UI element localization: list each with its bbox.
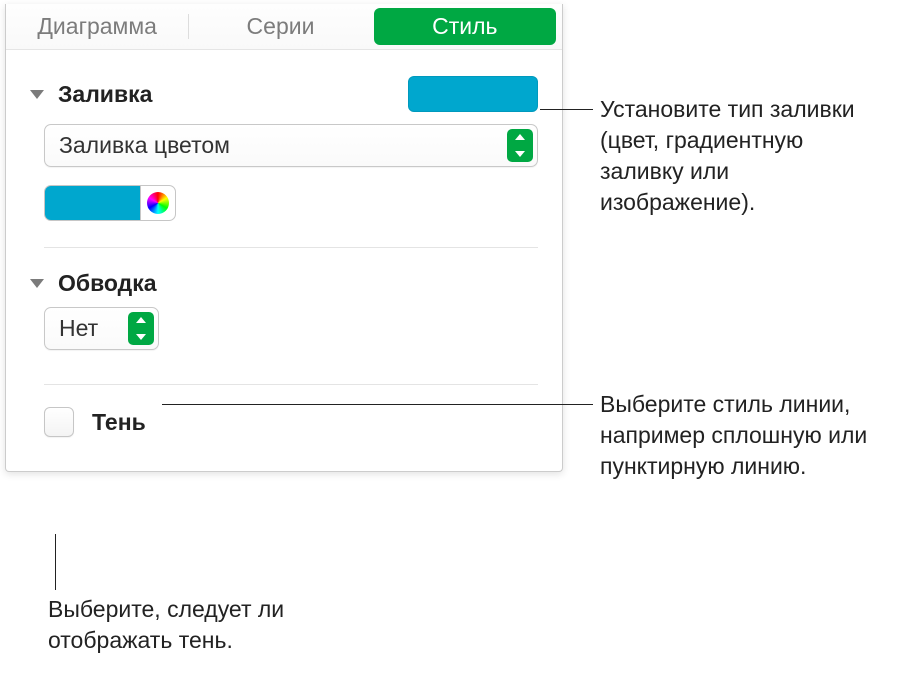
popup-stepper-icon	[128, 312, 154, 345]
chevron-down-icon	[30, 279, 44, 288]
callout-shadow: Выберите, следует ли отображать тень.	[48, 594, 338, 656]
fill-section-title: Заливка	[58, 81, 408, 108]
shadow-section: Тень	[6, 389, 562, 471]
shadow-label: Тень	[92, 409, 146, 436]
shadow-row: Тень	[30, 393, 538, 459]
divider	[44, 247, 538, 248]
callout-leader	[162, 404, 593, 405]
tab-style[interactable]: Стиль	[374, 8, 556, 45]
stroke-style-popup[interactable]: Нет	[44, 307, 159, 350]
fill-type-value: Заливка цветом	[59, 132, 230, 159]
popup-stepper-icon	[507, 129, 533, 162]
stroke-section: Обводка Нет	[6, 252, 562, 362]
divider	[44, 384, 538, 385]
stroke-section-title: Обводка	[58, 270, 538, 297]
color-wheel-icon	[147, 192, 169, 214]
inspector-tabs: Диаграмма Серии Стиль	[6, 4, 562, 50]
callout-leader	[55, 534, 56, 590]
fill-section: Заливка Заливка цветом	[6, 50, 562, 237]
shadow-checkbox[interactable]	[44, 407, 74, 437]
color-wheel-button[interactable]	[140, 185, 176, 221]
tab-series[interactable]: Серии	[189, 4, 371, 49]
stroke-style-value: Нет	[59, 315, 98, 342]
style-inspector-panel: Диаграмма Серии Стиль Заливка Заливка цв…	[5, 4, 563, 472]
fill-color-row	[44, 185, 538, 221]
fill-type-popup[interactable]: Заливка цветом	[44, 124, 538, 167]
callout-fill: Установите тип заливки (цвет, градиентну…	[600, 94, 890, 218]
chevron-down-icon	[30, 90, 44, 99]
fill-color-well[interactable]	[44, 185, 140, 221]
fill-preview-swatch[interactable]	[408, 76, 538, 112]
callout-stroke: Выберите стиль линии, например сплошную …	[600, 389, 890, 482]
tab-chart[interactable]: Диаграмма	[6, 4, 188, 49]
fill-section-header[interactable]: Заливка	[30, 54, 538, 124]
stroke-section-header[interactable]: Обводка	[30, 256, 538, 307]
callout-leader	[540, 109, 593, 110]
